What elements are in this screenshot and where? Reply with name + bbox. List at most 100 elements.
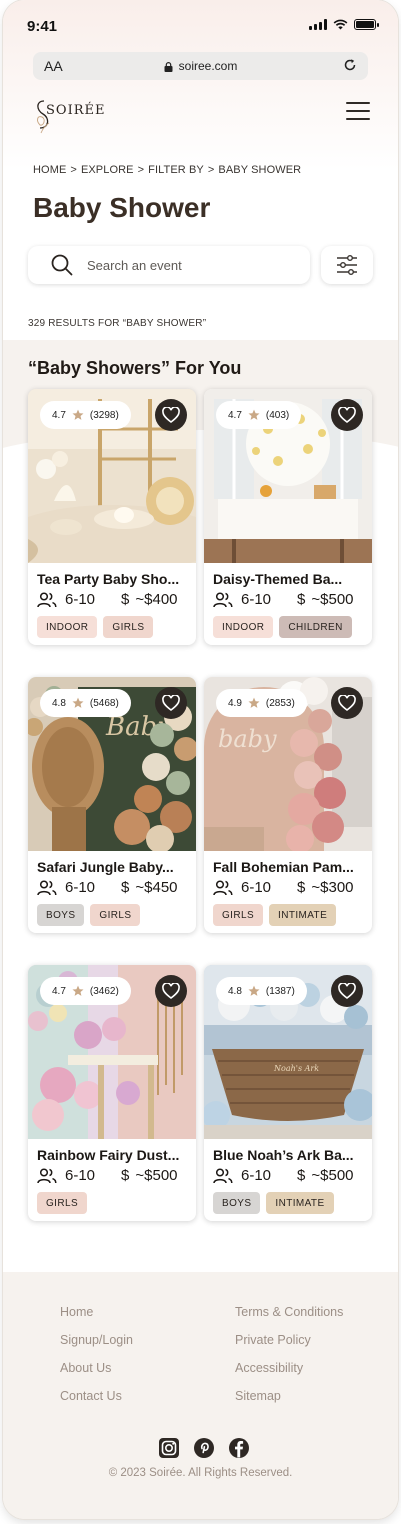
rating-value: 4.7 — [52, 985, 66, 997]
heart-icon — [162, 695, 180, 711]
event-price: ~$500 — [311, 1167, 354, 1184]
footer-link-home[interactable]: Home — [60, 1305, 133, 1333]
event-price: ~$500 — [135, 1167, 178, 1184]
event-title: Daisy-Themed Ba... — [213, 571, 343, 587]
tag-list: GIRLS — [37, 1192, 88, 1214]
heart-icon — [338, 695, 356, 711]
instagram-icon[interactable] — [158, 1437, 180, 1459]
rating-value: 4.8 — [52, 697, 66, 709]
users-icon — [213, 1167, 233, 1183]
star-icon — [72, 409, 84, 420]
breadcrumb: HOME > EXPLORE > FILTER BY > BABY SHOWER — [33, 164, 302, 176]
pinterest-icon[interactable] — [193, 1437, 215, 1459]
rating-badge: 4.7 (403) — [216, 401, 302, 429]
footer-link-contact-us[interactable]: Contact Us — [60, 1389, 133, 1417]
reload-icon[interactable] — [343, 58, 357, 72]
dollar-icon: $ — [121, 591, 130, 608]
event-meta: 6-10 $ ~$300 — [213, 879, 368, 896]
event-card[interactable]: 4.7 (3298) Tea Party Baby Sho... 6-10 $ … — [28, 389, 196, 645]
filter-button[interactable] — [321, 246, 373, 284]
rating-badge: 4.8 (5468) — [40, 689, 131, 717]
tag: CHILDREN — [279, 616, 352, 638]
favorite-button[interactable] — [155, 687, 187, 719]
search-bar[interactable] — [28, 246, 310, 284]
battery-icon — [354, 19, 379, 30]
breadcrumb-baby-shower[interactable]: BABY SHOWER — [218, 164, 301, 176]
dollar-icon: $ — [297, 591, 306, 608]
svg-text:Noah's Ark: Noah's Ark — [273, 1064, 319, 1073]
favorite-button[interactable] — [155, 399, 187, 431]
status-icons — [309, 19, 379, 30]
star-icon — [72, 697, 84, 708]
dollar-icon: $ — [297, 879, 306, 896]
breadcrumb-filter-by[interactable]: FILTER BY — [148, 164, 204, 176]
tag: INDOOR — [37, 616, 98, 638]
soiree-logo[interactable]: SOIRÉE — [33, 95, 104, 139]
footer-link-privacy-policy[interactable]: Private Policy — [235, 1333, 343, 1361]
section-title: “Baby Showers” For You — [28, 358, 242, 378]
event-card[interactable]: 4.7 (3462) Rainbow Fairy Dust... 6-10 $ … — [28, 965, 196, 1221]
tag: BOYS — [213, 1192, 261, 1214]
tag-list: BOYS INTIMATE — [213, 1192, 334, 1214]
footer-link-signup-login[interactable]: Signup/Login — [60, 1333, 133, 1361]
lock-icon — [164, 62, 173, 72]
users-icon — [213, 879, 233, 895]
tag: GIRLS — [213, 904, 264, 926]
rating-badge: 4.7 (3298) — [40, 401, 131, 429]
review-count: (5468) — [89, 697, 119, 709]
star-icon — [72, 985, 84, 996]
facebook-icon[interactable] — [228, 1437, 250, 1459]
review-count: (3298) — [89, 409, 119, 421]
rating-value: 4.7 — [228, 409, 242, 421]
guest-count: 6-10 — [65, 1167, 96, 1184]
address-bar[interactable]: AA soiree.com — [33, 52, 368, 80]
favorite-button[interactable] — [331, 687, 363, 719]
breadcrumb-home[interactable]: HOME — [33, 164, 66, 176]
users-icon — [213, 591, 233, 607]
tag-list: BOYS GIRLS — [37, 904, 141, 926]
rating-badge: 4.7 (3462) — [40, 977, 131, 1005]
rating-value: 4.8 — [228, 985, 242, 997]
tag: GIRLS — [37, 1192, 88, 1214]
dollar-icon: $ — [121, 1167, 130, 1184]
footer-link-accessibility[interactable]: Accessibility — [235, 1361, 343, 1389]
text-size-button[interactable]: AA — [44, 58, 63, 74]
event-card[interactable]: Noah's Ark 4.8 (1387) Blue Noah’s Ark Ba… — [204, 965, 372, 1221]
favorite-button[interactable] — [331, 975, 363, 1007]
event-title: Tea Party Baby Sho... — [37, 571, 180, 587]
footer-links-right: Terms & Conditions Private Policy Access… — [235, 1305, 343, 1417]
event-meta: 6-10 $ ~$500 — [213, 1167, 368, 1184]
menu-button[interactable] — [346, 102, 370, 120]
tag: INTIMATE — [269, 904, 337, 926]
guest-count: 6-10 — [65, 591, 96, 608]
event-card[interactable]: baby 4.9 (2853) Fall Bohemian Pam... 6-1… — [204, 677, 372, 933]
event-meta: 6-10 $ ~$450 — [37, 879, 192, 896]
tag: GIRLS — [90, 904, 141, 926]
heart-icon — [162, 983, 180, 999]
users-icon — [37, 879, 57, 895]
social-links — [158, 1437, 250, 1459]
phone-frame: 9:41 AA soiree.com SOIRÉE HOME > EXPLORE… — [3, 0, 398, 1519]
footer-link-about-us[interactable]: About Us — [60, 1361, 133, 1389]
tag: INDOOR — [213, 616, 274, 638]
footer-link-terms[interactable]: Terms & Conditions — [235, 1305, 343, 1333]
event-meta: 6-10 $ ~$500 — [37, 1167, 192, 1184]
search-input[interactable] — [87, 257, 267, 273]
event-card[interactable]: Baby 4.8 (5468) Safari Jungle Baby... 6-… — [28, 677, 196, 933]
review-count: (2853) — [265, 697, 295, 709]
heart-icon — [338, 407, 356, 423]
event-meta: 6-10 $ ~$400 — [37, 591, 192, 608]
heart-icon — [162, 407, 180, 423]
event-card[interactable]: 4.7 (403) Daisy-Themed Ba... 6-10 $ ~$50… — [204, 389, 372, 645]
favorite-button[interactable] — [331, 399, 363, 431]
page-title: Baby Shower — [33, 192, 211, 223]
breadcrumb-explore[interactable]: EXPLORE — [81, 164, 134, 176]
footer-links-left: Home Signup/Login About Us Contact Us — [60, 1305, 133, 1417]
users-icon — [37, 591, 57, 607]
footer-link-sitemap[interactable]: Sitemap — [235, 1389, 343, 1417]
heart-icon — [338, 983, 356, 999]
svg-text:baby: baby — [218, 725, 277, 753]
guest-count: 6-10 — [241, 879, 272, 896]
users-icon — [37, 1167, 57, 1183]
favorite-button[interactable] — [155, 975, 187, 1007]
